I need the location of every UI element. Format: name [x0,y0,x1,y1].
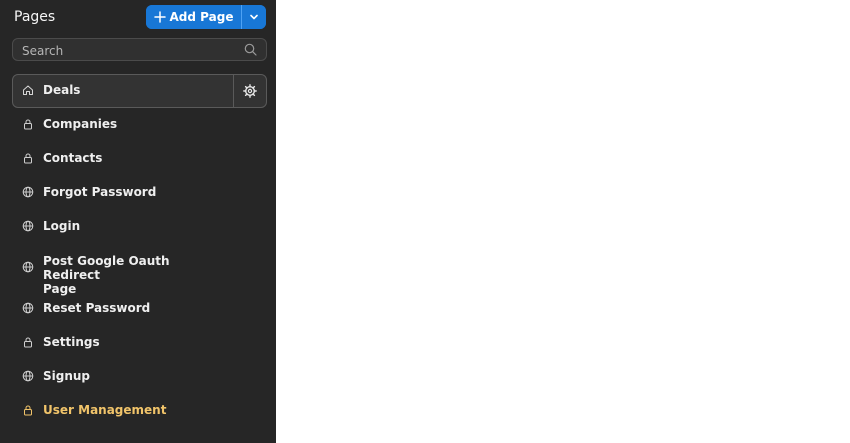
page-item-label: Reset Password [43,301,151,315]
page-item-label: User Management [43,403,167,417]
page-item-label: Companies [43,117,118,131]
page-settings-button[interactable] [233,75,266,107]
plus-icon [153,11,166,23]
page-item-label: Deals [43,83,81,97]
globe-icon [22,370,34,382]
add-page-label: Add Page [169,10,234,24]
add-page-button[interactable]: Add Page [146,5,241,29]
globe-icon [22,302,34,314]
sidebar-header: Pages Add Page [14,5,266,29]
page-item-settings[interactable]: Settings [12,326,267,360]
page-item-label: Login [43,219,81,233]
page-item-reset-password[interactable]: Reset Password [12,292,267,326]
page-item-contacts[interactable]: Contacts [12,142,267,176]
lock-icon [24,119,32,130]
page-item-signup[interactable]: Signup [12,360,267,394]
lock-icon [24,337,32,348]
search-icon [244,43,257,56]
pages-sidebar: Pages Add Page Search Deals Companies Co… [0,0,276,443]
add-page-dropdown-button[interactable] [242,5,266,29]
page-list: Deals Companies Contacts Forgot Password… [12,74,267,428]
globe-icon [22,261,34,273]
main-canvas [276,0,850,443]
page-item-label: Settings [43,335,100,349]
page-item-label: Post Google Oauth Redirect Page [43,254,170,296]
page-item-post-google-oauth-redirect[interactable]: Post Google Oauth Redirect Page [12,244,267,296]
globe-icon [22,220,34,232]
page-item-companies[interactable]: Companies [12,108,267,142]
home-icon [23,85,33,95]
globe-icon [22,186,34,198]
lock-icon [24,405,32,416]
lock-icon [24,153,32,164]
page-item-label: Contacts [43,151,103,165]
search-field[interactable] [12,38,267,61]
page-item-deals[interactable]: Deals [12,74,267,108]
page-item-user-management[interactable]: User Management [12,394,267,428]
sidebar-title: Pages [14,9,56,25]
add-page-button-group: Add Page [146,5,266,29]
page-item-label: Signup [43,369,91,383]
chevron-down-icon [250,14,258,20]
gear-icon [243,84,257,98]
search-input[interactable] [20,42,239,60]
page-item-label: Forgot Password [43,185,157,199]
page-item-login[interactable]: Login [12,210,267,244]
page-item-forgot-password[interactable]: Forgot Password [12,176,267,210]
